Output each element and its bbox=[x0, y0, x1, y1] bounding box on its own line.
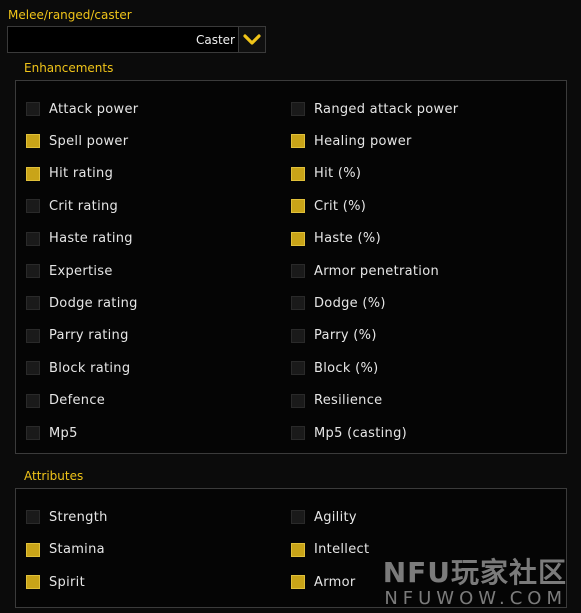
option-checkbox[interactable] bbox=[26, 328, 40, 343]
option-row[interactable]: Crit rating bbox=[26, 198, 118, 214]
option-checkbox[interactable] bbox=[291, 575, 305, 589]
option-label: Block (%) bbox=[314, 360, 379, 376]
option-checkbox[interactable] bbox=[26, 134, 40, 149]
role-dropdown[interactable]: Caster bbox=[7, 26, 266, 53]
option-label: Haste (%) bbox=[314, 231, 381, 247]
option-label: Ranged attack power bbox=[314, 101, 459, 117]
option-label: Mp5 (casting) bbox=[314, 425, 408, 441]
option-checkbox[interactable] bbox=[291, 510, 305, 524]
role-dropdown-value: Caster bbox=[195, 33, 235, 47]
attributes-title: Attributes bbox=[24, 469, 84, 483]
option-checkbox[interactable] bbox=[26, 393, 40, 408]
option-label: Intellect bbox=[314, 542, 370, 557]
option-row[interactable]: Spirit bbox=[26, 574, 85, 590]
option-label: Agility bbox=[314, 509, 357, 525]
option-label: Mp5 bbox=[49, 425, 78, 441]
option-label: Armor penetration bbox=[314, 263, 440, 279]
dropdown-toggle-button[interactable] bbox=[238, 27, 265, 52]
option-checkbox[interactable] bbox=[26, 542, 40, 557]
option-label: Defence bbox=[49, 393, 106, 409]
role-label: Melee/ranged/caster bbox=[8, 8, 132, 22]
option-checkbox[interactable] bbox=[291, 166, 305, 181]
option-row[interactable]: Dodge (%) bbox=[291, 295, 386, 311]
option-checkbox[interactable] bbox=[26, 575, 40, 589]
option-label: Resilience bbox=[314, 393, 383, 409]
option-checkbox[interactable] bbox=[26, 166, 40, 181]
option-checkbox[interactable] bbox=[26, 199, 40, 214]
option-checkbox[interactable] bbox=[291, 328, 305, 343]
option-checkbox[interactable] bbox=[291, 134, 305, 149]
option-row[interactable]: Haste rating bbox=[26, 231, 133, 247]
option-row[interactable]: Hit rating bbox=[26, 166, 113, 182]
option-label: Hit rating bbox=[49, 166, 114, 182]
option-label: Expertise bbox=[49, 263, 113, 279]
option-row[interactable]: Haste (%) bbox=[291, 231, 381, 247]
option-checkbox[interactable] bbox=[291, 102, 305, 116]
option-label: Strength bbox=[49, 509, 108, 525]
option-label: Parry rating bbox=[49, 328, 129, 344]
option-row[interactable]: Spell power bbox=[26, 133, 128, 149]
option-label: Block rating bbox=[49, 360, 131, 376]
option-label: Attack power bbox=[49, 101, 139, 117]
option-checkbox[interactable] bbox=[26, 231, 40, 246]
chevron-down-icon bbox=[243, 34, 261, 45]
option-row[interactable]: Mp5 bbox=[26, 425, 78, 441]
option-row[interactable]: Armor bbox=[291, 574, 355, 590]
option-row[interactable]: Crit (%) bbox=[291, 198, 366, 214]
option-label: Dodge rating bbox=[49, 295, 138, 311]
option-row[interactable]: Block (%) bbox=[291, 360, 379, 376]
option-row[interactable]: Dodge rating bbox=[26, 295, 138, 311]
watermark-line1: NFU玩家社区 bbox=[382, 556, 567, 589]
enhancements-title: Enhancements bbox=[24, 61, 114, 75]
option-label: Dodge (%) bbox=[314, 295, 386, 311]
option-row[interactable]: Stamina bbox=[26, 542, 105, 558]
option-checkbox[interactable] bbox=[291, 264, 305, 278]
option-row[interactable]: Agility bbox=[291, 509, 357, 525]
enhancements-panel: Attack power Spell power Hit rating Crit ra… bbox=[15, 80, 567, 454]
option-checkbox[interactable] bbox=[26, 361, 40, 376]
watermark-line2: NFUWOW.COM bbox=[384, 588, 567, 609]
option-row[interactable]: Defence bbox=[26, 393, 105, 409]
option-label: Crit rating bbox=[49, 198, 119, 214]
option-row[interactable]: Resilience bbox=[291, 393, 382, 409]
option-row[interactable]: Intellect bbox=[291, 542, 369, 558]
option-row[interactable]: Block rating bbox=[26, 360, 130, 376]
option-row[interactable]: Healing power bbox=[291, 133, 412, 149]
option-checkbox[interactable] bbox=[26, 102, 40, 116]
option-row[interactable]: Ranged attack power bbox=[291, 101, 458, 117]
option-label: Haste rating bbox=[49, 231, 133, 247]
option-row[interactable]: Hit (%) bbox=[291, 166, 361, 182]
option-row[interactable]: Parry (%) bbox=[291, 328, 377, 344]
option-label: Hit (%) bbox=[314, 166, 362, 182]
option-checkbox[interactable] bbox=[291, 542, 305, 557]
option-checkbox[interactable] bbox=[291, 426, 305, 440]
option-label: Parry (%) bbox=[314, 328, 377, 344]
option-label: Stamina bbox=[49, 542, 105, 557]
option-row[interactable]: Strength bbox=[26, 509, 108, 525]
option-row[interactable]: Attack power bbox=[26, 101, 138, 117]
option-label: Spirit bbox=[49, 574, 85, 590]
option-label: Healing power bbox=[314, 133, 412, 149]
option-checkbox[interactable] bbox=[26, 426, 40, 440]
option-checkbox[interactable] bbox=[26, 296, 40, 311]
option-checkbox[interactable] bbox=[291, 231, 305, 246]
option-label: Armor bbox=[314, 574, 356, 590]
option-label: Spell power bbox=[49, 133, 129, 149]
option-checkbox[interactable] bbox=[26, 264, 40, 278]
option-checkbox[interactable] bbox=[291, 393, 305, 408]
option-checkbox[interactable] bbox=[291, 296, 305, 311]
option-row[interactable]: Mp5 (casting) bbox=[291, 425, 407, 441]
option-checkbox[interactable] bbox=[291, 199, 305, 214]
option-checkbox[interactable] bbox=[26, 510, 40, 524]
option-row[interactable]: Parry rating bbox=[26, 328, 129, 344]
option-label: Crit (%) bbox=[314, 198, 367, 214]
option-checkbox[interactable] bbox=[291, 361, 305, 376]
option-row[interactable]: Expertise bbox=[26, 263, 113, 279]
option-row[interactable]: Armor penetration bbox=[291, 263, 439, 279]
